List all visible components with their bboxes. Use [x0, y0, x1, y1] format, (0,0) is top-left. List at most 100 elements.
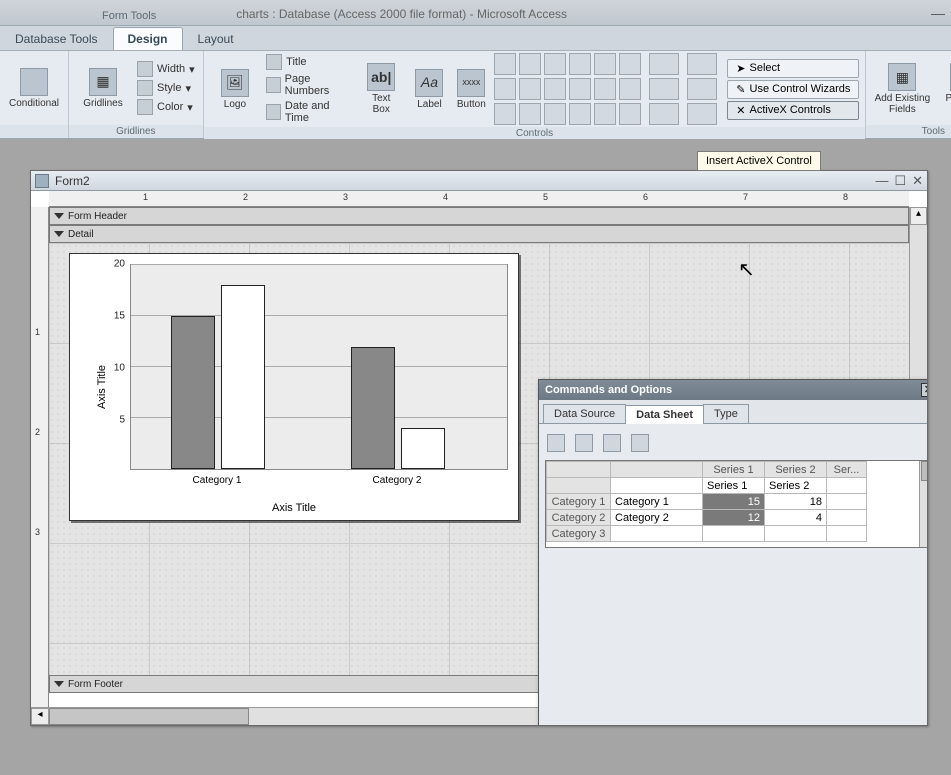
control-item[interactable]: [569, 78, 591, 100]
control-item[interactable]: [649, 53, 679, 75]
eraser-icon[interactable]: [547, 434, 565, 452]
row-header[interactable]: Category 3: [547, 526, 611, 542]
conditional-button[interactable]: Conditional: [6, 56, 62, 120]
ribbon-tabs: Database Tools Design Layout: [0, 26, 951, 51]
gridlines-color[interactable]: Color▾: [135, 98, 197, 116]
control-item[interactable]: [519, 78, 541, 100]
series-name-cell[interactable]: Series 2: [765, 478, 827, 494]
minimize-icon[interactable]: —: [875, 173, 888, 189]
textbox-button[interactable]: ab| Text Box: [356, 57, 407, 121]
control-item[interactable]: [594, 103, 616, 125]
column-header[interactable]: Ser...: [827, 462, 867, 478]
tab-layout[interactable]: Layout: [183, 27, 249, 50]
series-name-cell[interactable]: Series 1: [703, 478, 765, 494]
chart-bar: [351, 347, 395, 469]
scrollbar-thumb[interactable]: [921, 461, 927, 481]
data-cell[interactable]: [765, 526, 827, 542]
column-header[interactable]: Series 2: [765, 462, 827, 478]
control-item[interactable]: [544, 78, 566, 100]
control-item[interactable]: [619, 103, 641, 125]
control-item[interactable]: [494, 53, 516, 75]
control-wizards-toggle[interactable]: ✎Use Control Wizards: [727, 80, 859, 99]
label-button[interactable]: Aa Label: [411, 57, 449, 121]
control-item[interactable]: [619, 53, 641, 75]
data-cell[interactable]: 12: [703, 510, 765, 526]
form-window-titlebar[interactable]: Form2 — ☐ ✕: [31, 171, 927, 191]
select-button[interactable]: ➤Select: [727, 59, 859, 78]
control-item[interactable]: [594, 53, 616, 75]
datasheet-toolbar: [545, 430, 927, 460]
control-item[interactable]: [569, 53, 591, 75]
control-item[interactable]: [594, 78, 616, 100]
scroll-up-icon[interactable]: ▴: [910, 207, 927, 225]
gridlines-width[interactable]: Width▾: [135, 60, 197, 78]
control-item[interactable]: [494, 103, 516, 125]
commands-options-titlebar[interactable]: Commands and Options ✕: [539, 380, 927, 400]
control-item[interactable]: [619, 78, 641, 100]
tab-data-source[interactable]: Data Source: [543, 404, 626, 423]
control-item[interactable]: [519, 53, 541, 75]
scrollbar-thumb[interactable]: [49, 708, 249, 725]
app-titlebar: Form Tools charts : Database (Access 200…: [0, 0, 951, 26]
control-item[interactable]: [569, 103, 591, 125]
activex-icon: ✕: [736, 104, 745, 117]
data-cell[interactable]: [703, 526, 765, 542]
control-item[interactable]: [544, 103, 566, 125]
chart-control[interactable]: Axis Title Axis Title 5101520Category 1C…: [69, 253, 519, 521]
scroll-left-icon[interactable]: ◂: [31, 708, 49, 725]
data-sheet-grid[interactable]: Series 1 Series 2 Ser... Series 1 Series…: [545, 460, 927, 548]
detail-bar[interactable]: Detail: [49, 225, 909, 243]
minimize-icon[interactable]: —: [931, 5, 945, 21]
ruler-tick: 2: [243, 192, 248, 202]
row-label-cell[interactable]: [611, 526, 703, 542]
vertical-ruler: 1 2 3: [31, 207, 49, 707]
tab-data-sheet[interactable]: Data Sheet: [625, 405, 704, 424]
control-item[interactable]: [544, 53, 566, 75]
color-icon: [137, 99, 153, 115]
style-icon: [137, 80, 153, 96]
gridlines-icon: ▦: [89, 68, 117, 96]
row-header[interactable]: Category 1: [547, 494, 611, 510]
control-item[interactable]: [687, 53, 717, 75]
date-time-button[interactable]: Date and Time: [264, 99, 352, 125]
tab-type[interactable]: Type: [703, 404, 749, 423]
control-item[interactable]: [687, 103, 717, 125]
chart-x-axis-label: Axis Title: [272, 502, 316, 514]
gridlines-button[interactable]: ▦ Gridlines: [75, 56, 131, 120]
page-numbers-button[interactable]: Page Numbers: [264, 72, 352, 98]
grid-icon[interactable]: [575, 434, 593, 452]
logo-button[interactable]: 🖼 Logo: [210, 57, 261, 121]
add-fields-button[interactable]: ▦ Add Existing Fields: [874, 57, 930, 121]
control-item[interactable]: [519, 103, 541, 125]
tab-design[interactable]: Design: [113, 27, 183, 50]
conditional-icon: [20, 68, 48, 96]
paste-icon[interactable]: [631, 434, 649, 452]
data-cell[interactable]: 18: [765, 494, 827, 510]
property-sheet-button[interactable]: ▤ Property Sheet: [936, 57, 951, 121]
title-button[interactable]: Title: [264, 53, 352, 71]
gridlines-style[interactable]: Style▾: [135, 79, 197, 97]
maximize-icon[interactable]: ☐: [894, 173, 906, 189]
row-label-cell[interactable]: Category 1: [611, 494, 703, 510]
column-header[interactable]: Series 1: [703, 462, 765, 478]
sheet-vertical-scrollbar[interactable]: [919, 461, 927, 547]
control-item[interactable]: [494, 78, 516, 100]
ruler-tick: 4: [443, 192, 448, 202]
close-icon[interactable]: ✕: [921, 383, 927, 397]
close-icon[interactable]: ✕: [912, 173, 923, 189]
chart-y-axis-label: Axis Title: [96, 365, 108, 409]
control-item[interactable]: [649, 103, 679, 125]
tab-database-tools[interactable]: Database Tools: [0, 27, 113, 50]
form-header-bar[interactable]: Form Header: [49, 207, 909, 225]
data-cell[interactable]: 4: [765, 510, 827, 526]
data-cell[interactable]: 15: [703, 494, 765, 510]
pointer-icon: ➤: [736, 62, 745, 75]
copy-icon[interactable]: [603, 434, 621, 452]
button-button[interactable]: xxxx Button: [452, 57, 490, 121]
control-item[interactable]: [687, 78, 717, 100]
row-header[interactable]: Category 2: [547, 510, 611, 526]
row-label-cell[interactable]: Category 2: [611, 510, 703, 526]
control-item[interactable]: [649, 78, 679, 100]
chevron-down-icon: ▾: [189, 63, 195, 76]
activex-controls-button[interactable]: ✕ActiveX Controls: [727, 101, 859, 120]
